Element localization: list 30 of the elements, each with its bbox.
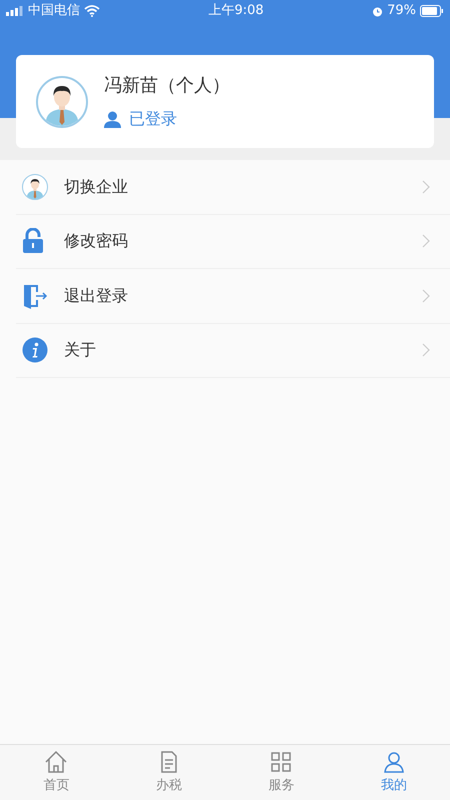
info-icon [22,337,48,364]
menu-label: 退出登录 [64,284,129,307]
person-icon [22,174,48,200]
carrier-name: 中国电信 [28,2,80,20]
chevron-right-icon [422,234,430,248]
padlock-icon [22,228,44,254]
clock-time: 上午9:08 [208,2,264,20]
chevron-right-icon [422,180,430,194]
chevron-right-icon [422,288,430,303]
grid-icon [269,750,294,774]
avatar-icon [36,76,88,128]
chevron-right-icon [422,343,430,358]
battery-icon [420,5,444,17]
wifi-icon [84,5,100,17]
user-name: 冯新苗（个人） [104,74,230,98]
menu-label: 修改密码 [64,230,129,252]
person-icon [382,750,406,774]
menu-item[interactable]: 退出登录 [16,269,450,324]
signal-icon [6,6,24,16]
home-icon [44,750,68,774]
menu-item[interactable]: 关于 [16,324,450,378]
battery-percent: 79% [387,2,416,20]
alarm-icon [372,6,384,16]
menu-label: 关于 [64,339,97,362]
menu-item[interactable]: 切换企业 [16,160,450,214]
login-status: 已登录 [129,108,177,130]
menu-label: 切换企业 [64,176,129,198]
menu-item[interactable]: 修改密码 [16,214,450,269]
door-exit-icon [22,282,48,309]
user-icon [104,110,121,128]
